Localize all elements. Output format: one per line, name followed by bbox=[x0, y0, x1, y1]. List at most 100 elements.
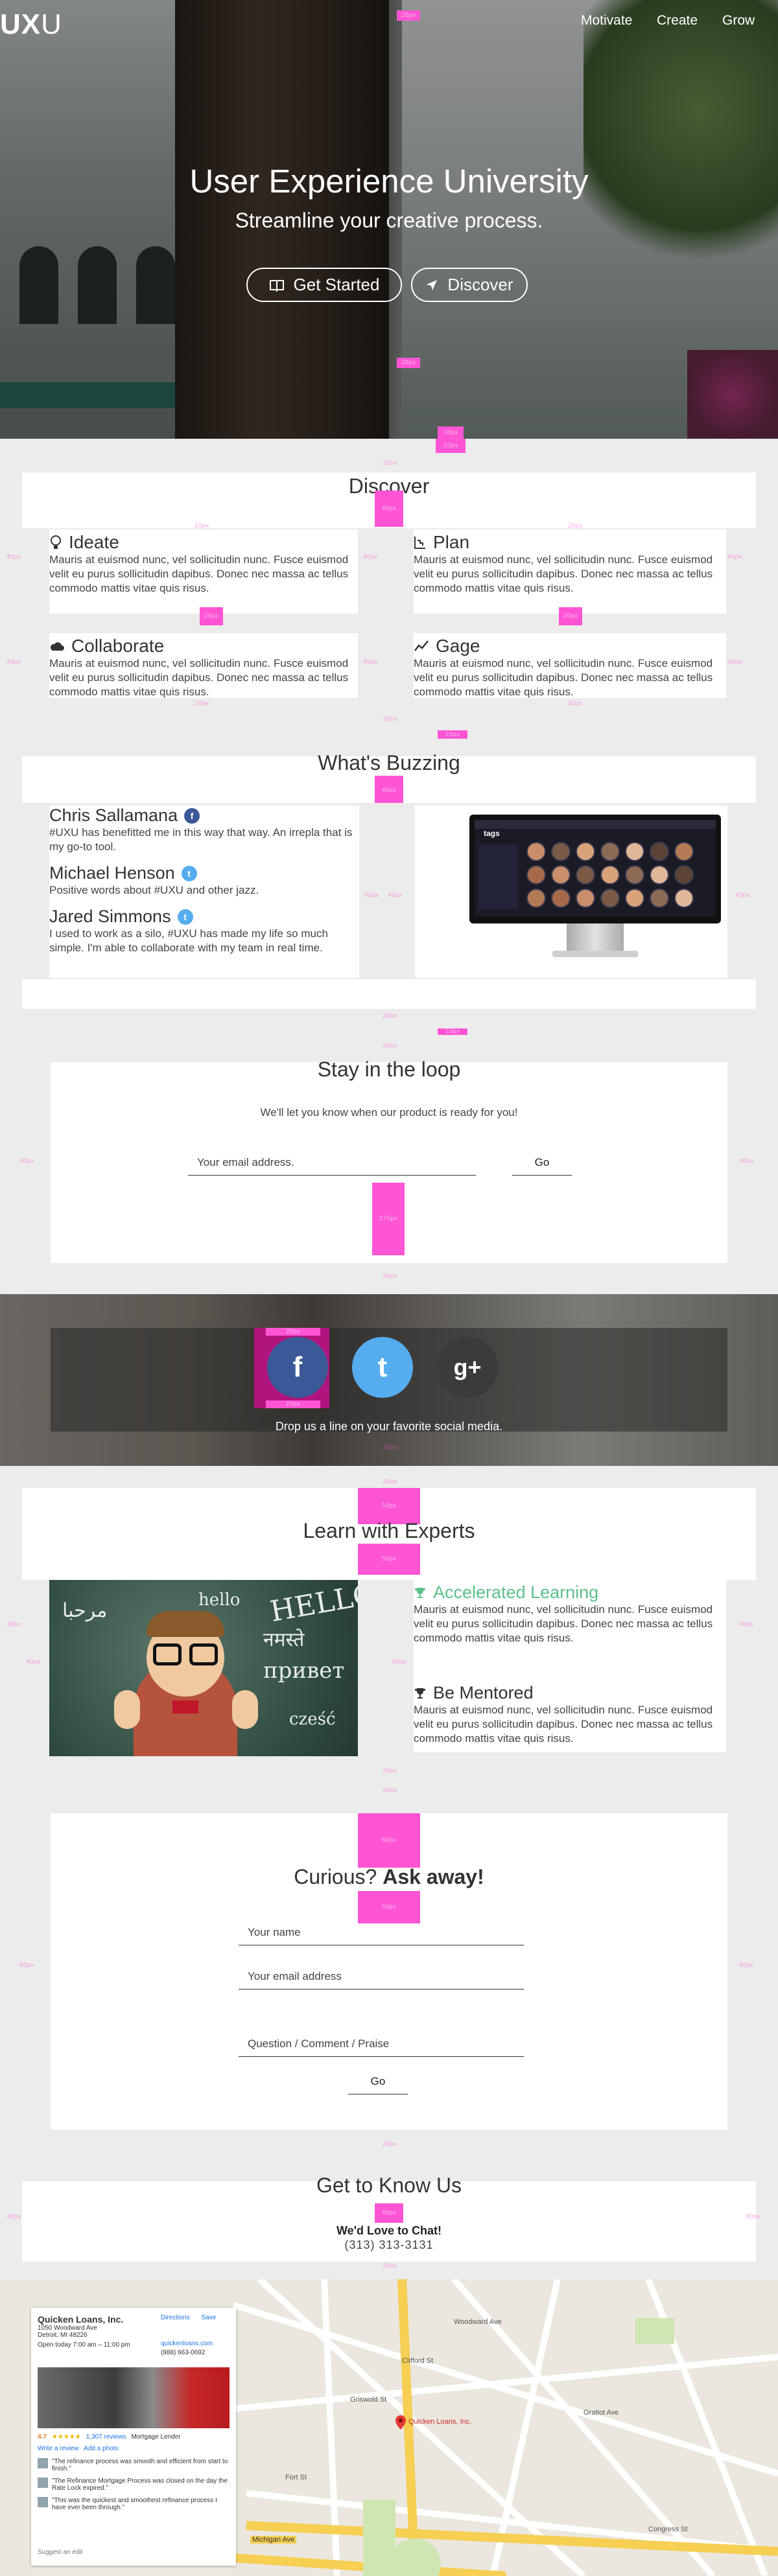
suggest-edit-link[interactable]: Suggest an edit bbox=[38, 2549, 83, 2556]
spacing-label: 40px bbox=[6, 554, 21, 561]
spacing-label: 40px bbox=[739, 1962, 754, 1969]
monitor-screen: tags bbox=[475, 820, 716, 917]
facebook-icon[interactable]: f bbox=[267, 1337, 328, 1398]
know-phone[interactable]: (313) 313-3131 bbox=[0, 2238, 778, 2252]
business-photos[interactable] bbox=[38, 2367, 230, 2428]
card-title: Plan bbox=[433, 532, 470, 552]
stars-icon: ★★★★★ bbox=[51, 2433, 81, 2441]
avatar-grid bbox=[526, 842, 708, 913]
googleplus-icon[interactable]: g+ bbox=[437, 1337, 498, 1398]
monitor-neck bbox=[567, 923, 624, 952]
avatar bbox=[576, 865, 595, 885]
loop-email-input[interactable]: Your email address. bbox=[188, 1150, 476, 1176]
spacing-label: 40px bbox=[26, 1659, 41, 1665]
spacing-label: 40px bbox=[6, 1621, 21, 1628]
spacing-label: 40px bbox=[727, 659, 742, 666]
comment-input[interactable]: Question / Comment / Praise bbox=[239, 2031, 524, 2057]
spacing-marker: 50px bbox=[358, 1891, 420, 1923]
spacing-label: 20px bbox=[383, 716, 397, 723]
card-title: Collaborate bbox=[71, 636, 165, 656]
trophy-icon bbox=[415, 1688, 425, 1699]
chalkboard-image: HELLO привет नमस्ते cześć hello مرحبا bbox=[49, 1580, 358, 1756]
avatar bbox=[526, 888, 546, 908]
review-text: "The Refinance Mortgage Process was clos… bbox=[52, 2477, 228, 2492]
card-collaborate: Collaborate Mauris at euismod nunc, vel … bbox=[49, 633, 358, 698]
avatar bbox=[551, 842, 571, 861]
spacing-label: 40px bbox=[746, 2214, 760, 2220]
spacing-label: 20px bbox=[194, 701, 209, 707]
spacing-label: 40px bbox=[739, 1158, 754, 1165]
spacing-label: 40px bbox=[6, 2214, 21, 2220]
testimonial-name: Chris Sallamana f bbox=[49, 806, 359, 826]
book-icon bbox=[269, 279, 284, 292]
add-photo-link[interactable]: Add a photo bbox=[84, 2445, 119, 2452]
avatar bbox=[650, 888, 669, 908]
testimonials: Chris Sallamana f #UXU has benefitted me… bbox=[49, 806, 359, 978]
street-label: Griswold St bbox=[350, 2396, 387, 2404]
avatar bbox=[38, 2497, 48, 2507]
avatar bbox=[38, 2477, 48, 2488]
twitter-icon[interactable]: t bbox=[352, 1337, 413, 1398]
review-text: "This was the quickest and smoothest ref… bbox=[52, 2497, 217, 2511]
reviews-link[interactable]: 1,307 reviews bbox=[86, 2433, 126, 2441]
map-section[interactable]: Michigan Ave Woodward Ave Griswold St Gr… bbox=[0, 2279, 778, 2576]
write-review-link[interactable]: Write a review bbox=[38, 2445, 78, 2452]
curious-section: 20px 60px Curious? Ask away! 50px Your n… bbox=[0, 1777, 778, 2166]
twitter-icon[interactable]: t bbox=[177, 909, 193, 925]
avatar bbox=[650, 865, 669, 885]
nav-motivate[interactable]: Motivate bbox=[581, 13, 632, 29]
get-started-button[interactable]: Get Started bbox=[246, 268, 402, 302]
nav-create[interactable]: Create bbox=[657, 13, 698, 29]
curious-go-button[interactable]: Go bbox=[348, 2069, 408, 2094]
business-phone[interactable]: (888) 663-0692 bbox=[161, 2349, 205, 2356]
save-button[interactable]: Save bbox=[201, 2314, 216, 2321]
twitter-icon[interactable]: t bbox=[181, 865, 197, 881]
review-text: "The refinance process was smooth and ef… bbox=[52, 2458, 228, 2472]
lightbulb-icon bbox=[51, 535, 61, 549]
directions-button[interactable]: Directions bbox=[161, 2314, 189, 2321]
spacing-marker: 40px bbox=[375, 2203, 403, 2223]
business-category: Mortgage Lender bbox=[131, 2433, 181, 2441]
spacing-label: 40px bbox=[364, 892, 379, 899]
discover-button[interactable]: Discover bbox=[411, 268, 528, 302]
nav-grow[interactable]: Grow bbox=[722, 13, 755, 29]
avatar bbox=[674, 888, 694, 908]
avatar bbox=[674, 842, 694, 861]
child-hair bbox=[147, 1611, 224, 1637]
card-ideate: Ideate Mauris at euismod nunc, vel solli… bbox=[49, 529, 358, 614]
app-brand: tags bbox=[484, 829, 500, 838]
spacing-label: 40px bbox=[392, 1659, 407, 1665]
avatar bbox=[650, 842, 669, 861]
monitor-base bbox=[552, 951, 638, 957]
email-input[interactable]: Your email address bbox=[239, 1964, 524, 1990]
logo[interactable]: UX U bbox=[0, 5, 62, 44]
business-address2: Detroit, MI 48226 bbox=[38, 2332, 88, 2339]
rating-row: 4.7 ★★★★★ 1,307 reviews Mortgage Lender bbox=[38, 2433, 181, 2441]
review-item: "The Refinance Mortgage Process was clos… bbox=[38, 2477, 230, 2492]
spacing-label: 20px bbox=[383, 1768, 397, 1774]
loop-go-button[interactable]: Go bbox=[512, 1150, 572, 1176]
spacing-marker: 10px bbox=[438, 426, 464, 439]
business-website[interactable]: quickenloans.com bbox=[161, 2340, 213, 2347]
chalk-word: hello bbox=[198, 1590, 241, 1610]
spacing-label: 20px bbox=[383, 460, 397, 467]
spacing-marker: 10px bbox=[438, 1028, 467, 1035]
expert-text: Mauris at euismod nunc, vel sollicitudin… bbox=[414, 1704, 713, 1745]
review-item: "This was the quickest and smoothest ref… bbox=[38, 2497, 230, 2511]
card-gage: Gage Mauris at euismod nunc, vel sollici… bbox=[414, 633, 726, 698]
know-section: Get to Know Us 40px We'd Love to Chat! (… bbox=[0, 2166, 778, 2279]
spacing-label: 20px bbox=[383, 1013, 397, 1019]
street-label: Congress St bbox=[648, 2525, 688, 2533]
discover-section: 10px 20px Discover 40px 20px 20px Ideate… bbox=[0, 439, 778, 730]
spacing-label: 40px bbox=[363, 659, 378, 666]
avatar bbox=[576, 842, 595, 861]
steps-icon bbox=[414, 537, 425, 549]
name-input[interactable]: Your name bbox=[239, 1920, 524, 1945]
chalk-word: مرحبا bbox=[62, 1599, 108, 1622]
spacing-label: 20px bbox=[568, 701, 583, 707]
facebook-icon[interactable]: f bbox=[184, 807, 200, 824]
curious-title-bold: Ask away! bbox=[383, 1865, 484, 1888]
avatar bbox=[38, 2458, 48, 2468]
spacing-marker: 20px bbox=[397, 358, 420, 368]
map-pin-icon[interactable] bbox=[395, 2415, 406, 2430]
